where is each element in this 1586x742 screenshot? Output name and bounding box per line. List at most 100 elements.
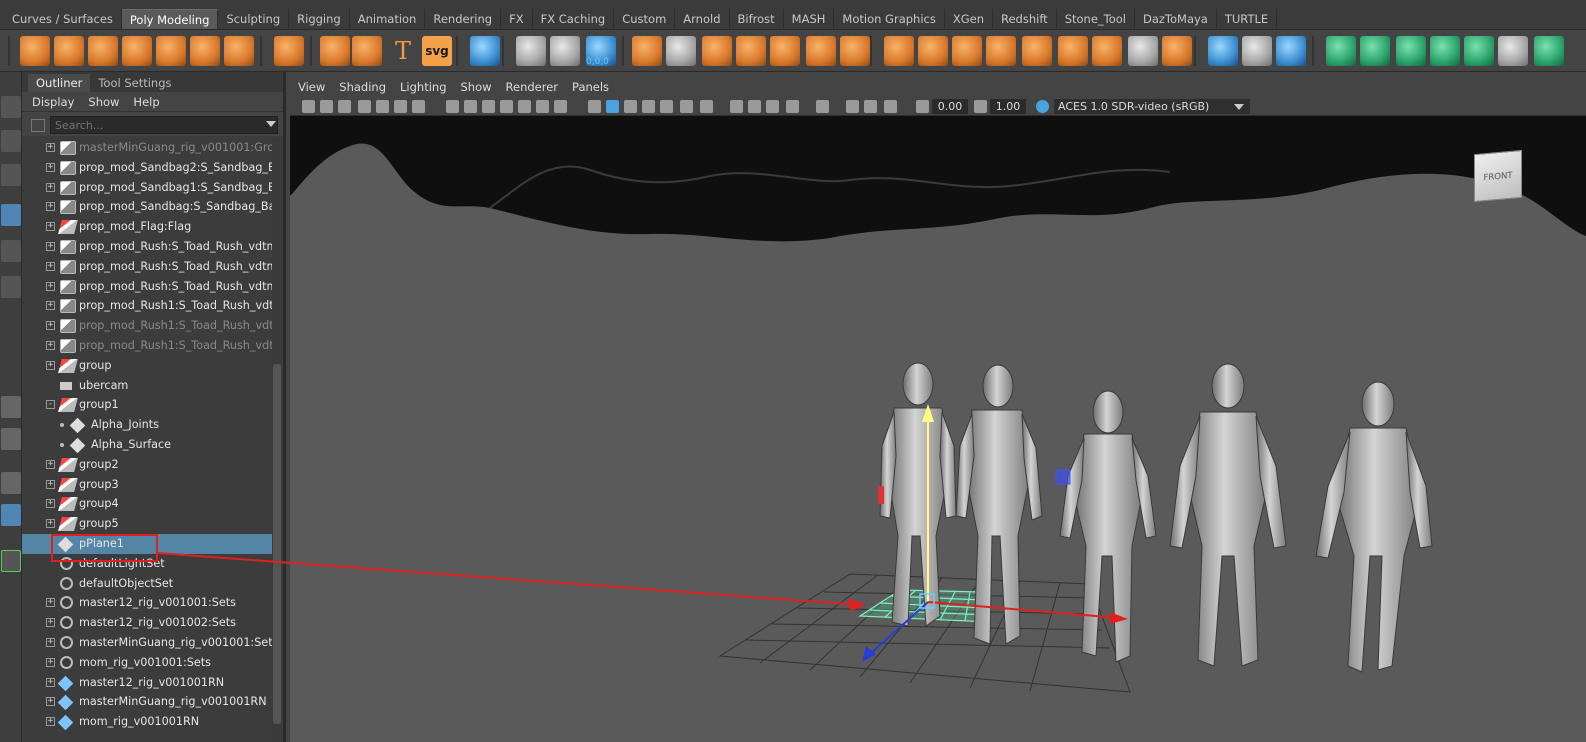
tree-row[interactable]: + masterMinGuang_rig_v001001:Sets: [22, 633, 272, 653]
viewport-menu-shading[interactable]: Shading: [339, 76, 386, 98]
shelf-tab-fx[interactable]: FX: [501, 9, 533, 29]
expand-icon[interactable]: +: [46, 598, 55, 608]
tree-row[interactable]: Alpha_Surface: [22, 435, 272, 455]
tree-row[interactable]: + master12_rig_v001001RN: [22, 673, 272, 693]
tree-row[interactable]: defaultLightSet: [22, 554, 272, 574]
exposure-icon[interactable]: [916, 100, 929, 113]
shelf-tab-xgen[interactable]: XGen: [945, 9, 993, 29]
menu-help[interactable]: Help: [133, 92, 167, 111]
shelf-tab-stone-tool[interactable]: Stone_Tool: [1057, 9, 1135, 29]
fill-hole-icon[interactable]: [840, 36, 870, 66]
motion-blur-icon[interactable]: [766, 100, 779, 113]
shelf-tab-redshift[interactable]: Redshift: [993, 9, 1057, 29]
shelf-tab-rendering[interactable]: Rendering: [425, 9, 502, 29]
cylindrical-map-icon[interactable]: [1360, 36, 1390, 66]
shelf-tab-bifrost[interactable]: Bifrost: [730, 9, 784, 29]
snap-icon[interactable]: [550, 36, 580, 66]
viewport-menu-view[interactable]: View: [298, 76, 325, 98]
collapse-icon[interactable]: -: [46, 400, 55, 410]
tree-row[interactable]: + masterMinGuang_rig_v001001:Group: [22, 138, 272, 158]
scale-tool-icon[interactable]: [1, 276, 21, 298]
viewport-menu-renderer[interactable]: Renderer: [506, 76, 559, 98]
automatic-map-icon[interactable]: [1430, 36, 1460, 66]
gamma-icon[interactable]: [974, 100, 987, 113]
disc-icon[interactable]: [224, 36, 254, 66]
bevel-icon[interactable]: [918, 36, 948, 66]
spherical-map-icon[interactable]: [1396, 36, 1426, 66]
planar-map-icon[interactable]: [1326, 36, 1356, 66]
image-plane-icon[interactable]: [376, 100, 389, 113]
camera-attributes-icon[interactable]: [338, 100, 351, 113]
uv-editor-icon[interactable]: [1242, 36, 1272, 66]
color-management-icon[interactable]: [1036, 100, 1049, 113]
bridge-edge-icon[interactable]: [952, 36, 982, 66]
tree-row[interactable]: + mom_rig_v001001:Sets: [22, 653, 272, 673]
insert-loop-icon[interactable]: [1162, 36, 1192, 66]
xray-active-icon[interactable]: [846, 100, 859, 113]
filter-icon[interactable]: [31, 119, 45, 132]
menu-show[interactable]: Show: [88, 92, 127, 111]
expand-icon[interactable]: +: [46, 162, 55, 172]
tab-outliner[interactable]: Outliner: [28, 74, 91, 92]
select-tool-icon[interactable]: [1, 96, 21, 118]
super-shape-icon[interactable]: [320, 36, 350, 66]
gate-mask-icon[interactable]: [500, 100, 513, 113]
menu-display[interactable]: Display: [32, 92, 82, 111]
paint-select-tool-icon[interactable]: [1, 164, 21, 186]
shelf-tab-animation[interactable]: Animation: [350, 9, 426, 29]
expand-icon[interactable]: +: [46, 677, 55, 687]
tree-row[interactable]: + prop_mod_Sandbag2:S_Sandbag_Barri: [22, 158, 272, 178]
auto-uv-icon[interactable]: [1276, 36, 1306, 66]
svg-icon[interactable]: svg: [422, 36, 452, 66]
extrude-icon[interactable]: [884, 36, 914, 66]
smooth-icon[interactable]: [702, 36, 732, 66]
gamma-field[interactable]: 1.00: [990, 99, 1026, 114]
tree-row[interactable]: + prop_mod_Rush:S_Toad_Rush_vdtmct: [22, 257, 272, 277]
scrollbar-thumb[interactable]: [273, 364, 281, 724]
expand-icon[interactable]: +: [46, 717, 55, 727]
xray-joints-icon[interactable]: [680, 100, 693, 113]
target-weld-icon[interactable]: [1058, 36, 1088, 66]
ambient-occlusion-icon[interactable]: [748, 100, 761, 113]
bridge-icon[interactable]: [806, 36, 836, 66]
uv-cut-icon[interactable]: [1464, 36, 1494, 66]
field-chart-icon[interactable]: [518, 100, 531, 113]
tree-row[interactable]: + group: [22, 356, 272, 376]
smooth-shade-icon[interactable]: [606, 100, 619, 113]
shelf-tab-poly-modeling[interactable]: Poly Modeling: [121, 9, 219, 29]
rotate-tool-icon[interactable]: [1, 240, 21, 262]
cylinder-icon[interactable]: [88, 36, 118, 66]
tree-row[interactable]: + prop_mod_Flag:Flag: [22, 217, 272, 237]
expand-icon[interactable]: +: [46, 618, 55, 628]
shelf-tab-sculpting[interactable]: Sculpting: [218, 9, 290, 29]
layout-four-icon[interactable]: [1, 428, 21, 450]
expand-icon[interactable]: +: [46, 241, 55, 251]
expand-icon[interactable]: +: [46, 519, 55, 529]
layout-side-icon[interactable]: [1, 472, 21, 494]
film-gate-icon[interactable]: [464, 100, 477, 113]
tree-row[interactable]: - group1: [22, 395, 272, 415]
expand-icon[interactable]: +: [46, 499, 55, 509]
sweep-mesh-icon[interactable]: [352, 36, 382, 66]
expand-icon[interactable]: +: [46, 697, 55, 707]
shelf-tab-fx-caching[interactable]: FX Caching: [533, 9, 615, 29]
layout-single-icon[interactable]: [1, 396, 21, 418]
chevron-down-icon[interactable]: [1234, 104, 1244, 110]
shelf-tab-daztomaya[interactable]: DazToMaya: [1135, 9, 1217, 29]
resolution-gate-icon[interactable]: [482, 100, 495, 113]
shelf-tab-rigging[interactable]: Rigging: [289, 9, 350, 29]
default-material-icon[interactable]: [624, 100, 637, 113]
tree-row[interactable]: + prop_mod_Rush1:S_Toad_Rush_vdtmc: [22, 296, 272, 316]
tree-row[interactable]: + group3: [22, 475, 272, 495]
shelf-tab-arnold[interactable]: Arnold: [675, 9, 730, 29]
append-icon[interactable]: [986, 36, 1016, 66]
cube-icon[interactable]: [54, 36, 84, 66]
quad-draw-icon[interactable]: [1128, 36, 1158, 66]
isolate-select-icon[interactable]: [816, 100, 829, 113]
shelf-tab-turtle[interactable]: TURTLE: [1217, 9, 1278, 29]
safe-title-icon[interactable]: [554, 100, 567, 113]
tree-row[interactable]: defaultObjectSet: [22, 574, 272, 594]
search-tool-icon[interactable]: [1, 550, 21, 572]
tree-row[interactable]: + master12_rig_v001001:Sets: [22, 593, 272, 613]
grid-icon[interactable]: [446, 100, 459, 113]
